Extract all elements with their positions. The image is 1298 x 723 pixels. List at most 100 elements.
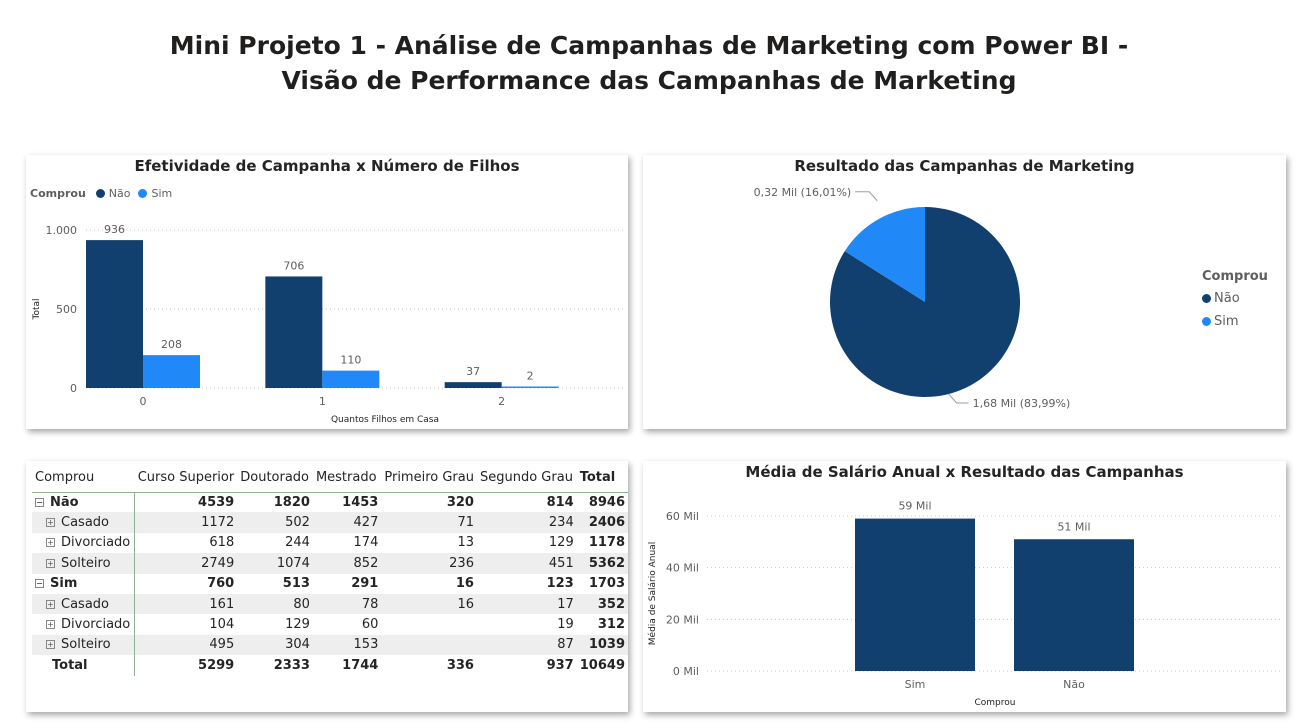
table-cell: 78 xyxy=(312,593,382,615)
matrix-body: − Não 4539 1820 1453 320 814 8946 + Casado 1172 502… xyxy=(32,492,628,676)
column-header[interactable]: Segundo Grau xyxy=(477,464,577,492)
x-axis-label: Comprou xyxy=(975,698,1016,708)
legend-item-nao[interactable]: Não xyxy=(1202,291,1268,306)
table-cell: 1453 xyxy=(342,494,379,510)
table-cell: 71 xyxy=(381,512,477,533)
table-cell: 1744 xyxy=(342,657,379,673)
row-label: + Casado xyxy=(32,593,136,615)
collapse-icon[interactable]: − xyxy=(35,579,44,589)
children-bar-chart-card[interactable]: Efetividade de Campanha x Número de Filh… xyxy=(26,155,628,429)
table-row[interactable]: + Divorciado 618 244 174 13 129 1178 xyxy=(32,532,628,554)
data-label: 706 xyxy=(283,259,304,272)
y-tick-label: 20 Mil xyxy=(666,613,699,626)
bar-chart-svg: 0 500 1.000 936 208 0 706 110 1 37 2 2 Quantos Filho… xyxy=(32,223,624,425)
table-cell: 153 xyxy=(312,634,382,656)
y-tick-label: 0 Mil xyxy=(673,665,699,678)
table-cell: 129 xyxy=(548,535,574,551)
bar[interactable] xyxy=(1014,539,1134,671)
row-label-text: Divorciado xyxy=(61,617,131,633)
table-cell: 2333 xyxy=(273,657,310,673)
y-axis-label: Média de Salário Anual xyxy=(647,542,658,645)
slice-label-sim: 0,32 Mil (16,01%) xyxy=(754,186,852,199)
row-label: + Solteiro xyxy=(32,553,136,574)
expand-icon[interactable]: + xyxy=(46,620,55,630)
expand-icon[interactable]: + xyxy=(46,599,55,609)
table-cell: 87 xyxy=(476,634,577,656)
table-cell: 1820 xyxy=(273,494,310,510)
column-header[interactable]: Total xyxy=(577,464,628,492)
table-cell: 427 xyxy=(312,512,382,533)
column-header[interactable]: Primeiro Grau xyxy=(381,464,477,492)
expand-icon[interactable]: + xyxy=(46,538,55,548)
table-cell: 5299 xyxy=(198,657,235,673)
column-header[interactable]: Mestrado xyxy=(313,464,381,492)
table-cell: 10649 xyxy=(579,657,625,673)
expand-icon[interactable]: + xyxy=(46,518,55,528)
column-header[interactable]: Comprou xyxy=(32,464,135,492)
bar-chart-svg: 0 Mil 20 Mil 40 Mil 60 Mil 59 Mil Sim 51 Mil Nã… xyxy=(647,500,1281,708)
table-cell: 352 xyxy=(576,593,628,615)
bar-sim[interactable] xyxy=(143,355,200,388)
bar[interactable] xyxy=(855,518,975,671)
expand-icon[interactable]: + xyxy=(46,640,55,650)
pie-chart-card[interactable]: Resultado das Campanhas de Marketing 0,3… xyxy=(643,155,1286,429)
table-cell: 244 xyxy=(285,535,310,551)
table-cell: 2406 xyxy=(576,512,628,533)
bar-sim[interactable] xyxy=(501,386,559,389)
bar-nao[interactable] xyxy=(265,276,323,388)
legend-item-sim[interactable]: Sim xyxy=(1202,314,1268,329)
data-label: 59 Mil xyxy=(898,500,931,513)
row-label: − Não xyxy=(32,492,136,513)
table-row[interactable]: − Sim 760 513 291 16 123 1703 xyxy=(32,573,628,594)
y-tick-label: 40 Mil xyxy=(666,562,699,575)
table-row[interactable]: + Casado 1172 502 427 71 234 2406 xyxy=(32,512,628,533)
bar-nao[interactable] xyxy=(86,240,143,388)
bar-nao[interactable] xyxy=(444,382,502,388)
legend-swatch-sim xyxy=(1202,317,1211,326)
table-cell: 495 xyxy=(134,634,238,656)
column-header[interactable]: Doutorado xyxy=(237,464,313,492)
collapse-icon[interactable]: − xyxy=(35,497,44,507)
x-tick-label: Sim xyxy=(905,678,926,691)
expand-icon[interactable]: + xyxy=(46,558,55,568)
bar-sim[interactable] xyxy=(322,370,380,388)
row-label-text: Solteiro xyxy=(61,637,111,653)
table-cell: 16 xyxy=(455,576,474,592)
matrix-card[interactable]: Comprou Curso Superior Doutorado Mestrad… xyxy=(26,461,628,712)
table-row[interactable]: − Não 4539 1820 1453 320 814 8946 xyxy=(32,492,628,513)
leader-line xyxy=(855,191,878,202)
table-row[interactable]: + Casado 161 80 78 16 17 352 xyxy=(32,593,628,615)
column-header[interactable]: Curso Superior xyxy=(135,464,238,492)
row-label: Total xyxy=(32,655,136,676)
y-tick-label: 0 xyxy=(70,382,77,395)
slice-label-nao: 1,68 Mil (83,99%) xyxy=(973,397,1071,410)
table-cell: 4539 xyxy=(198,494,235,510)
table-cell: 937 xyxy=(546,657,574,673)
table-row[interactable]: Total 5299 2333 1744 336 937 10649 xyxy=(32,655,628,676)
x-tick-label: 1 xyxy=(319,395,326,408)
table-cell: 234 xyxy=(476,512,577,533)
salary-bar-chart-card[interactable]: Média de Salário Anual x Resultado das C… xyxy=(643,461,1286,712)
table-row[interactable]: + Divorciado 104 129 60 19 312 xyxy=(32,614,628,635)
x-axis-label: Quantos Filhos em Casa xyxy=(331,415,439,425)
data-label: 51 Mil xyxy=(1057,520,1090,533)
table-cell: 161 xyxy=(134,593,238,615)
table-cell: 336 xyxy=(446,657,474,673)
row-label-text: Total xyxy=(52,657,88,673)
table-cell: 618 xyxy=(209,535,235,551)
y-tick-label: 500 xyxy=(56,303,77,316)
page-title: Mini Projeto 1 - Análise de Campanhas de… xyxy=(0,28,1298,98)
row-label-text: Sim xyxy=(50,576,78,592)
leader-line xyxy=(948,393,969,404)
table-row[interactable]: + Solteiro 495 304 153 87 1039 xyxy=(32,634,628,656)
table-cell: 320 xyxy=(446,494,474,510)
row-label-text: Divorciado xyxy=(61,535,131,551)
table-cell: 123 xyxy=(546,576,574,592)
table-cell: 502 xyxy=(237,512,313,533)
data-label: 110 xyxy=(340,354,361,367)
row-label-text: Não xyxy=(50,494,79,510)
table-cell: 13 xyxy=(457,535,474,551)
table-cell: 1703 xyxy=(588,576,625,592)
table-row[interactable]: + Solteiro 2749 1074 852 236 451 5362 xyxy=(32,553,628,574)
table-cell: 1074 xyxy=(237,553,313,574)
